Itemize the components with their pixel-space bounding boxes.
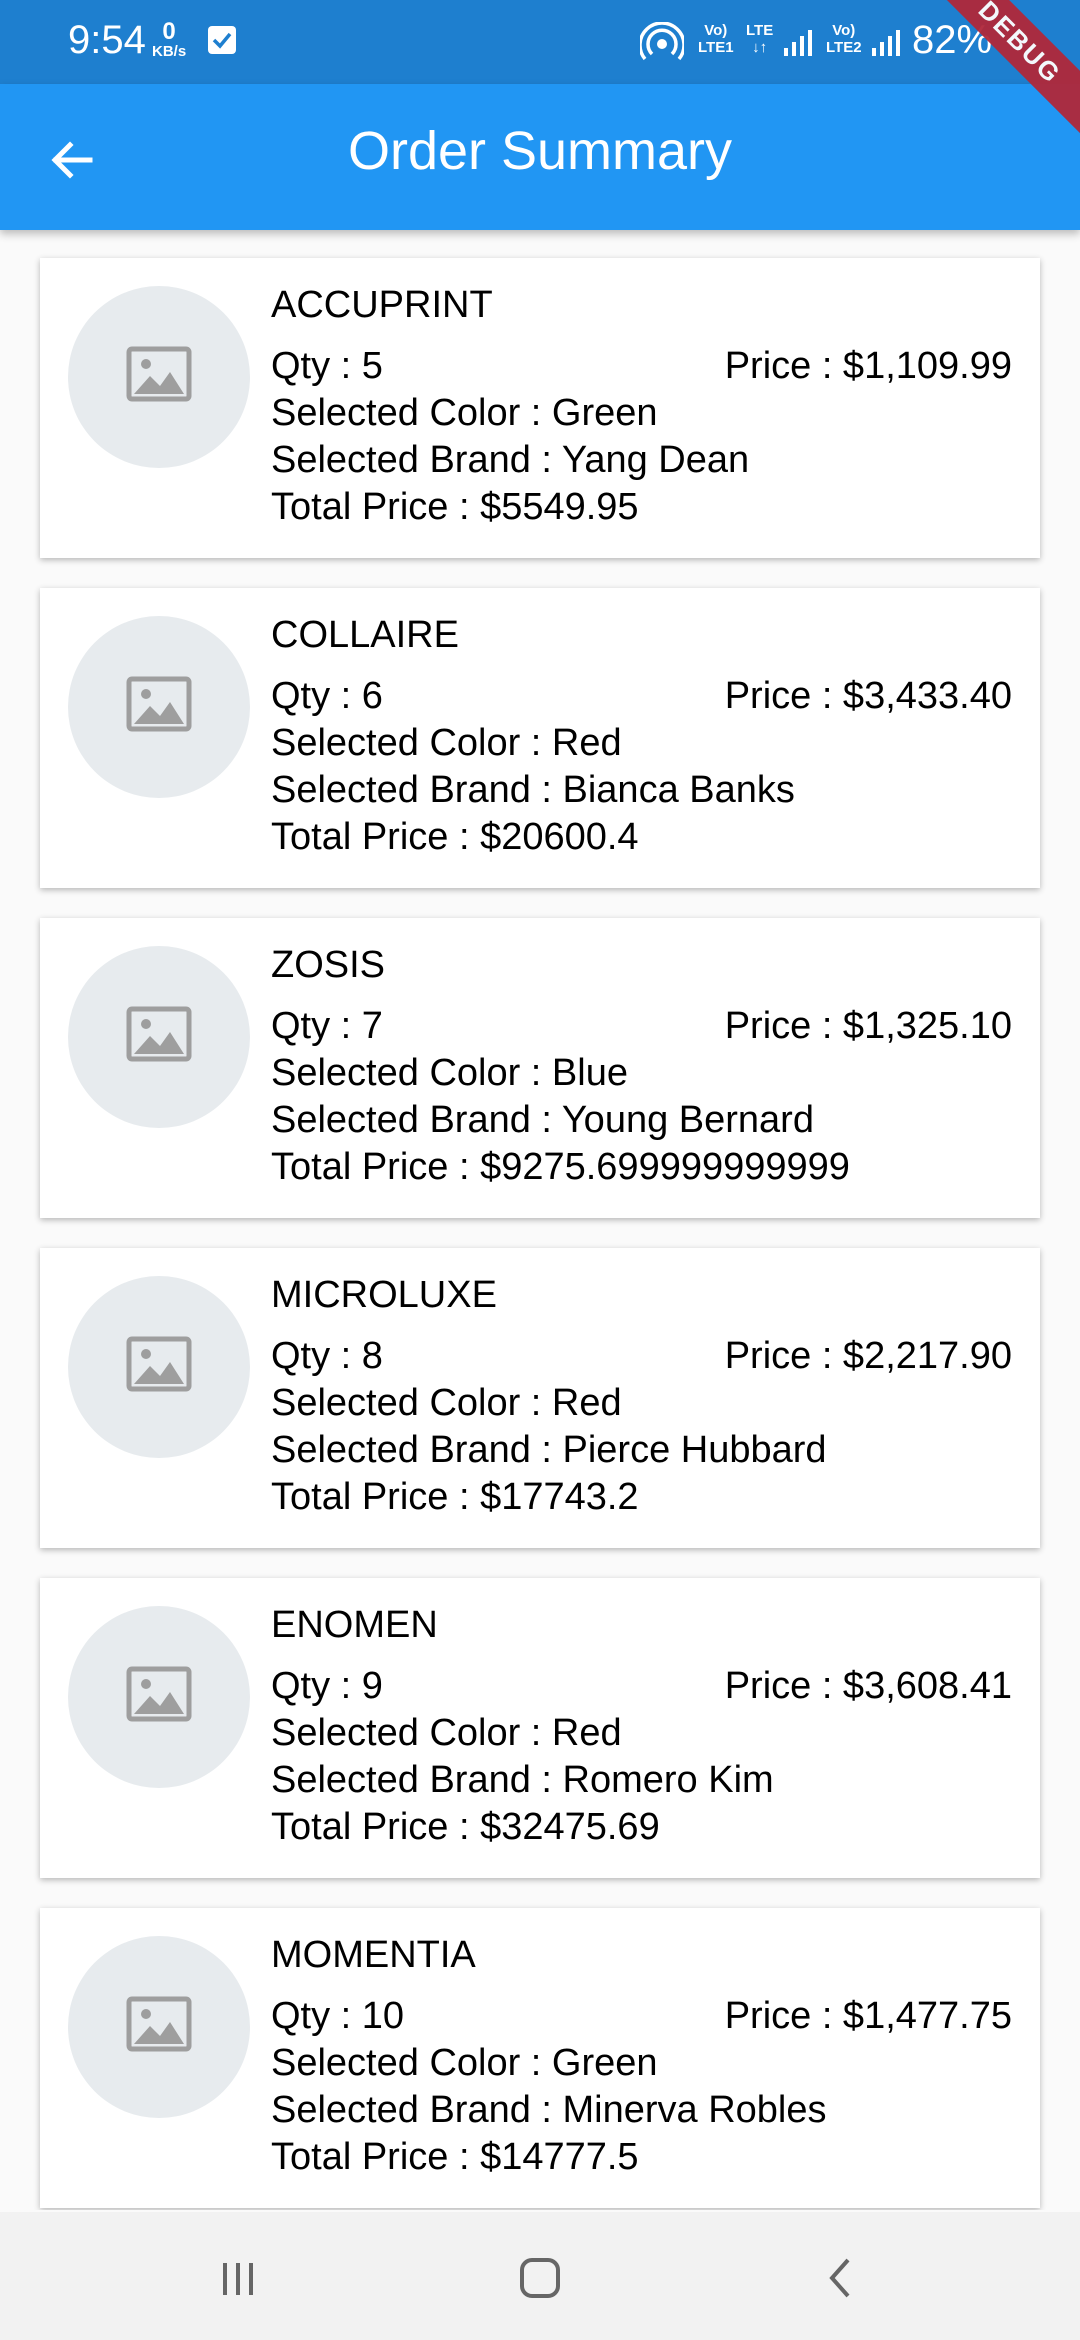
selected-brand: Selected Brand : Young Bernard bbox=[271, 1099, 814, 1141]
system-nav-bar bbox=[0, 2212, 1080, 2340]
selected-color: Selected Color : Red bbox=[271, 1382, 622, 1424]
image-placeholder-icon bbox=[126, 1006, 192, 1062]
unit-price: Price : $2,217.90 bbox=[724, 1335, 1012, 1377]
image-placeholder-icon bbox=[126, 1666, 192, 1722]
product-thumbnail bbox=[68, 1936, 250, 2118]
lte-indicator: LTE ↓↑ bbox=[746, 22, 774, 56]
order-card: ZOSIS Qty : 7 Price : $1,325.10 Selected… bbox=[40, 918, 1040, 1218]
product-name: MOMENTIA bbox=[271, 1934, 476, 1976]
recent-apps-icon bbox=[223, 2263, 253, 2295]
unit-price: Price : $1,109.99 bbox=[724, 345, 1012, 387]
selected-brand: Selected Brand : Bianca Banks bbox=[271, 769, 795, 811]
product-thumbnail bbox=[68, 286, 250, 468]
image-placeholder-icon bbox=[126, 346, 192, 402]
product-thumbnail bbox=[68, 946, 250, 1128]
selected-color: Selected Color : Green bbox=[271, 2042, 658, 2084]
order-card: COLLAIRE Qty : 6 Price : $3,433.40 Selec… bbox=[40, 588, 1040, 888]
order-info: MICROLUXE Qty : 8 Price : $2,217.90 Sele… bbox=[271, 1272, 1012, 1521]
image-placeholder-icon bbox=[126, 676, 192, 732]
order-info: MOMENTIA Qty : 10 Price : $1,477.75 Sele… bbox=[271, 1932, 1012, 2181]
hotspot-icon bbox=[638, 21, 686, 66]
product-name: ACCUPRINT bbox=[271, 284, 493, 326]
signal-strength-2-icon bbox=[870, 28, 906, 72]
product-thumbnail bbox=[68, 616, 250, 798]
selected-color: Selected Color : Blue bbox=[271, 1052, 628, 1094]
app-bar: Order Summary bbox=[0, 84, 1080, 230]
selected-brand: Selected Brand : Romero Kim bbox=[271, 1759, 774, 1801]
order-list[interactable]: ACCUPRINT Qty : 5 Price : $1,109.99 Sele… bbox=[0, 230, 1080, 2210]
order-info: ENOMEN Qty : 9 Price : $3,608.41 Selecte… bbox=[271, 1602, 1012, 1851]
unit-price: Price : $1,325.10 bbox=[724, 1005, 1012, 1047]
total-price: Total Price : $9275.699999999999 bbox=[271, 1146, 850, 1188]
total-price: Total Price : $5549.95 bbox=[271, 486, 639, 528]
back-icon bbox=[829, 2258, 850, 2298]
total-price: Total Price : $20600.4 bbox=[271, 816, 639, 858]
order-card: ACCUPRINT Qty : 5 Price : $1,109.99 Sele… bbox=[40, 258, 1040, 558]
volte1-indicator: Vo) LTE1 bbox=[698, 22, 734, 56]
status-time: 9:54 bbox=[68, 18, 146, 62]
total-price: Total Price : $17743.2 bbox=[271, 1476, 639, 1518]
image-placeholder-icon bbox=[126, 1996, 192, 2052]
product-name: ENOMEN bbox=[271, 1604, 438, 1646]
quantity: Qty : 6 bbox=[271, 675, 383, 717]
selected-brand: Selected Brand : Minerva Robles bbox=[271, 2089, 827, 2131]
network-speed: 0 KB/s bbox=[152, 18, 187, 60]
order-info: COLLAIRE Qty : 6 Price : $3,433.40 Selec… bbox=[271, 612, 1012, 861]
quantity: Qty : 5 bbox=[271, 345, 383, 387]
quantity: Qty : 10 bbox=[271, 1995, 405, 2037]
product-name: MICROLUXE bbox=[271, 1274, 497, 1316]
quantity: Qty : 8 bbox=[271, 1335, 383, 1377]
quantity: Qty : 7 bbox=[271, 1005, 383, 1047]
order-card: MOMENTIA Qty : 10 Price : $1,477.75 Sele… bbox=[40, 1908, 1040, 2208]
selected-color: Selected Color : Red bbox=[271, 722, 622, 764]
home-button[interactable] bbox=[504, 2242, 576, 2314]
page-title: Order Summary bbox=[347, 121, 733, 181]
status-bar: 9:54 0 KB/s Vo) LTE1 LTE ↓↑ Vo) LTE2 82% bbox=[0, 0, 1080, 84]
order-info: ZOSIS Qty : 7 Price : $1,325.10 Selected… bbox=[271, 942, 1012, 1191]
unit-price: Price : $1,477.75 bbox=[724, 1995, 1012, 2037]
selected-brand: Selected Brand : Pierce Hubbard bbox=[271, 1429, 827, 1471]
image-placeholder-icon bbox=[126, 1336, 192, 1392]
order-card: ENOMEN Qty : 9 Price : $3,608.41 Selecte… bbox=[40, 1578, 1040, 1878]
unit-price: Price : $3,608.41 bbox=[724, 1665, 1012, 1707]
quantity: Qty : 9 bbox=[271, 1665, 383, 1707]
signal-strength-1-icon bbox=[782, 28, 818, 72]
selected-color: Selected Color : Red bbox=[271, 1712, 622, 1754]
order-info: ACCUPRINT Qty : 5 Price : $1,109.99 Sele… bbox=[271, 282, 1012, 531]
total-price: Total Price : $32475.69 bbox=[271, 1806, 660, 1848]
recent-apps-button[interactable] bbox=[202, 2242, 274, 2314]
order-card: MICROLUXE Qty : 8 Price : $2,217.90 Sele… bbox=[40, 1248, 1040, 1548]
selected-color: Selected Color : Green bbox=[271, 392, 658, 434]
volte2-indicator: Vo) LTE2 bbox=[826, 22, 862, 56]
selected-brand: Selected Brand : Yang Dean bbox=[271, 439, 750, 481]
product-name: ZOSIS bbox=[271, 944, 386, 986]
checkbox-notification-icon bbox=[208, 26, 236, 54]
product-thumbnail bbox=[68, 1276, 250, 1458]
product-name: COLLAIRE bbox=[271, 614, 459, 656]
unit-price: Price : $3,433.40 bbox=[724, 675, 1012, 717]
home-icon bbox=[520, 2258, 560, 2298]
system-back-button[interactable] bbox=[806, 2242, 878, 2314]
product-thumbnail bbox=[68, 1606, 250, 1788]
total-price: Total Price : $14777.5 bbox=[271, 2136, 639, 2178]
